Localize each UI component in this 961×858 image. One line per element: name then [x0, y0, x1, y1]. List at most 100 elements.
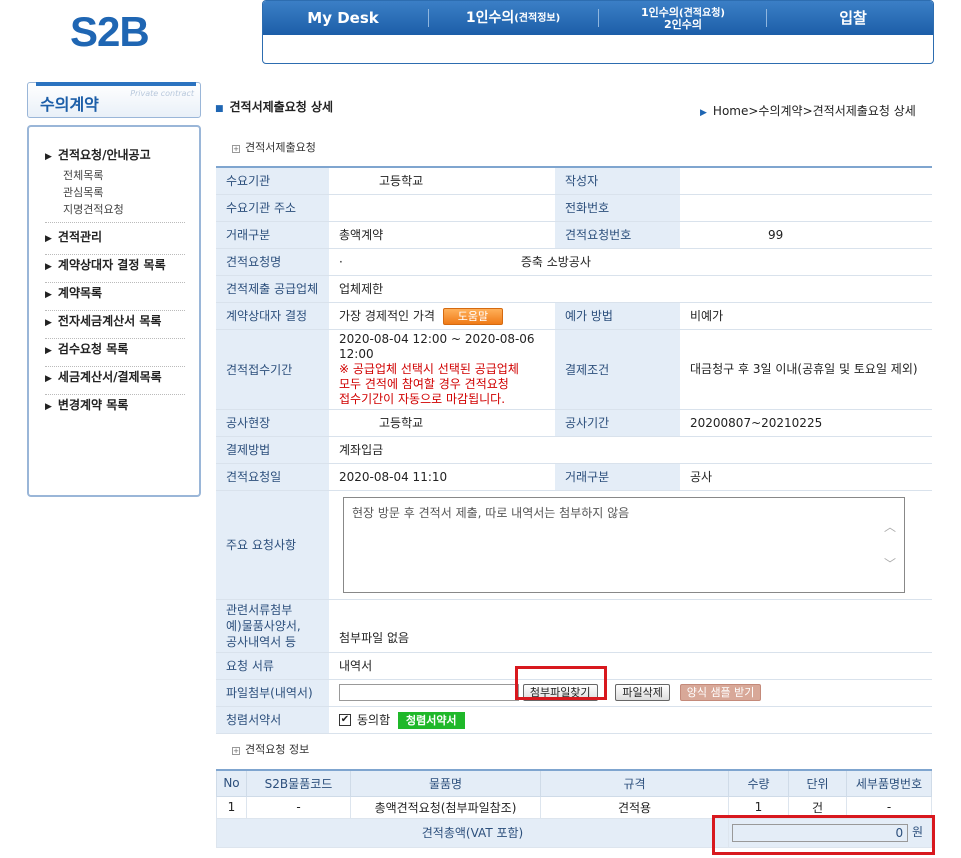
detail-row: 견적요청명 · 증축 소방공사 [216, 248, 932, 276]
field-label: 견적요청명 [216, 248, 329, 276]
period-notice: ※ 공급업체 선택시 선택된 공급업체 [339, 361, 519, 376]
nav-quote-request[interactable]: 1인수의(견적요청) 2인수의 [608, 1, 758, 35]
sidebar-item-label: 세금계산서/결제목록 [57, 370, 162, 384]
field-label: 견적요청번호 [555, 221, 680, 249]
sidebar-subtitle: Private contract [130, 89, 194, 98]
pledge-cell: ✔ 동의함 청렴서약서 [329, 706, 932, 734]
period-value: 2020-08-04 12:00 ~ 2020-08-06 12:00 [339, 331, 535, 361]
nav-single-quote-info[interactable]: 1인수의 (견적정보) [438, 1, 588, 35]
sidebar-item-label: 견적요청/안내공고 [57, 148, 151, 162]
triangle-right-icon: ▶ [700, 108, 707, 118]
help-button[interactable]: 도움말 [442, 307, 503, 325]
request-number-value: 99 [680, 221, 932, 249]
field-label: 공사현장 [216, 409, 329, 437]
sidebar-subitem-nominated[interactable]: 지명견적요청 [45, 201, 185, 218]
sidebar-item-inspection[interactable]: ▶ 검수요청 목록 [45, 339, 185, 367]
sidebar-item-e-tax-invoice[interactable]: ▶ 전자세금계산서 목록 [45, 311, 185, 339]
sidebar-item-contract-list[interactable]: ▶ 계약목록 [45, 283, 185, 311]
main-request-cell: 현장 방문 후 견적서 제출, 따로 내역서는 첨부하지 않음 ︿ ﹀ [329, 490, 932, 600]
sidebar-item-quote-request-head: ▶ 견적요청/안내공고 [45, 145, 185, 167]
highlight-find-file [515, 666, 607, 700]
integrity-pledge-button[interactable]: 청렴서약서 [397, 711, 465, 729]
sidebar-item-contractor-decision[interactable]: ▶ 계약상대자 결정 목록 [45, 255, 185, 283]
field-label: 파일첨부(내역서) [216, 679, 329, 707]
detail-row: 수요기관 주소 전화번호 [216, 194, 932, 222]
sidebar-subitem-all[interactable]: 전체목록 [45, 167, 185, 184]
sidebar-item-quote-management[interactable]: ▶ 견적관리 [45, 227, 185, 255]
field-label: 거래구분 [216, 221, 329, 249]
column-header: 물품명 [350, 769, 541, 797]
payment-condition-value: 대금청구 후 3일 이내(공휴일 및 토요일 제외) [680, 329, 932, 410]
nav-single-sub: (견적정보) [514, 12, 561, 24]
sidebar-menu: ▶ 견적요청/안내공고 전체목록 관심목록 지명견적요청 ▶ 견적관리 ▶ 계약상대자… [27, 125, 201, 497]
attach-value: 첨부파일 없음 [329, 599, 932, 653]
work-period-value: 20200807~20210225 [680, 409, 932, 437]
breadcrumb: ▶ Home>수의계약>견적서제출요청 상세 [700, 102, 916, 119]
section-header-quote-info: + 견적요청 정보 [232, 741, 309, 757]
sidebar-title-accent [36, 82, 196, 86]
nav-my-desk[interactable]: My Desk [283, 1, 403, 35]
request-name-prefix: · [339, 255, 343, 269]
sidebar-item-quote-request[interactable]: ▶ 견적요청/안내공고 전체목록 관심목록 지명견적요청 [45, 145, 185, 223]
field-label: 견적요청일 [216, 463, 329, 491]
nav-multi-line1-sub: (견적요청) [679, 7, 725, 19]
detail-row: 주요 요청사항 현장 방문 후 견적서 제출, 따로 내역서는 첨부하지 않음 … [216, 490, 932, 600]
table-cell: 견적용 [540, 795, 729, 819]
breadcrumb-text[interactable]: Home>수의계약>견적서제출요청 상세 [713, 104, 916, 118]
main-request-text: 현장 방문 후 견적서 제출, 따로 내역서는 첨부하지 않음 [352, 505, 630, 520]
nav-multi-line1: 1인수의(견적요청) [641, 7, 725, 19]
buyer-value: 고등학교 [329, 166, 555, 195]
field-label: 관련서류첨부 예)물품사양서, 공사내역서 등 [216, 599, 329, 653]
column-header: 단위 [788, 769, 847, 797]
column-header: 수량 [728, 769, 789, 797]
scroll-down-icon[interactable]: ﹀ [884, 555, 896, 572]
detail-row: 견적제출 공급업체 업체제한 [216, 275, 932, 303]
delete-file-button[interactable]: 파일삭제 [615, 684, 670, 701]
request-name-value: 증축 소방공사 [520, 255, 591, 269]
field-label: 결제방법 [216, 436, 329, 464]
trade-type-value: 총액계약 [329, 221, 555, 249]
request-date-value: 2020-08-04 11:10 [329, 463, 555, 491]
section-header-quote-request: + 견적서제출요청 [232, 139, 316, 155]
file-path-input[interactable] [339, 684, 519, 701]
agree-checkbox[interactable]: ✔ [339, 714, 351, 726]
pay-method-value: 계좌입금 [329, 436, 932, 464]
sidebar-item-change-contract[interactable]: ▶ 변경계약 목록 [45, 395, 185, 423]
sample-form-button[interactable]: 양식 샘플 받기 [679, 684, 762, 701]
field-label: 견적제출 공급업체 [216, 275, 329, 303]
field-label: 수요기관 [216, 166, 329, 195]
main-request-textarea[interactable]: 현장 방문 후 견적서 제출, 따로 내역서는 첨부하지 않음 ︿ ﹀ [343, 496, 905, 593]
supplier-value: 업체제한 [329, 275, 932, 303]
detail-row: 결제방법 계좌입금 [216, 436, 932, 464]
page-title: ■ 견적서제출요청 상세 [215, 98, 333, 115]
decision-cell: 가장 경제적인 가격 도움말 [329, 302, 555, 330]
triangle-right-icon: ▶ [45, 234, 52, 244]
sidebar-subitem-interest[interactable]: 관심목록 [45, 184, 185, 201]
column-header: 규격 [540, 769, 729, 797]
trade-type2-value: 공사 [680, 463, 932, 491]
period-cell: 2020-08-04 12:00 ~ 2020-08-06 12:00 ※ 공급… [329, 329, 555, 410]
nav-single-main: 1인수의 [465, 9, 515, 26]
table-cell: - [246, 795, 351, 819]
field-label: 전화번호 [555, 194, 680, 222]
period-notice: 모두 견적에 참여할 경우 견적요청 [339, 376, 509, 391]
detail-row: 청렴서약서 ✔ 동의함 청렴서약서 [216, 706, 932, 734]
author-value [680, 166, 932, 195]
field-label: 계약상대자 결정 [216, 302, 329, 330]
triangle-right-icon: ▶ [45, 262, 52, 272]
highlight-total-amount [712, 815, 935, 855]
s2b-logo[interactable]: S2B [70, 8, 160, 55]
sidebar-item-tax-payment[interactable]: ▶ 세금계산서/결제목록 [45, 367, 185, 395]
nav-separator [598, 9, 599, 27]
triangle-right-icon: ▶ [45, 346, 52, 356]
decision-value: 가장 경제적인 가격 [339, 308, 435, 323]
requested-docs-value: 내역서 [329, 652, 932, 680]
nav-bid[interactable]: 입찰 [778, 1, 928, 35]
field-label: 거래구분 [555, 463, 680, 491]
detail-row: 거래구분 총액계약 견적요청번호 99 [216, 221, 932, 249]
triangle-right-icon: ▶ [45, 374, 52, 384]
scroll-up-icon[interactable]: ︿ [884, 518, 896, 535]
field-label: 주요 요청사항 [216, 490, 329, 600]
request-name-cell: · 증축 소방공사 [329, 248, 932, 276]
plus-box-icon: + [232, 747, 240, 755]
